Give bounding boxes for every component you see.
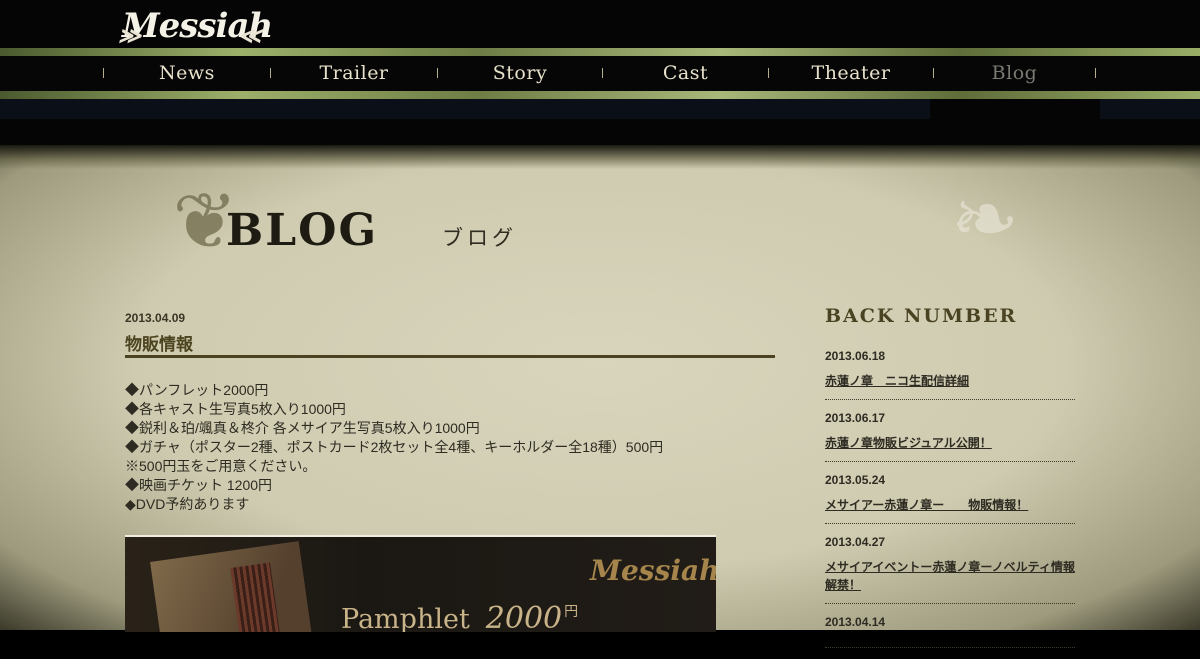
header-strip-bottom	[0, 91, 1200, 99]
ornament-right-icon: ❧	[950, 172, 1020, 267]
nav-news[interactable]: News	[104, 56, 270, 91]
list-item: 2013.05.24 メサイアー赤蓮ノ章ー 物販情報！	[825, 473, 1075, 524]
list-item-date: 2013.06.17	[825, 411, 886, 425]
site-logo[interactable]: ≫ Messiah ≪	[118, 4, 273, 49]
main-nav: News Trailer Story Cast Theater Blog	[0, 56, 1200, 91]
banner-caption: Pamphlet 2000 円	[341, 601, 578, 632]
list-item: 2013.06.17 赤蓮ノ章物販ビジュアル公開！	[825, 411, 1075, 462]
post-body: ◆パンフレット2000円 ◆各キャスト生写真5枚入り1000円 ◆鋭利＆珀/颯真…	[125, 381, 765, 514]
list-item: 2013.04.14	[825, 615, 1075, 648]
list-item: 2013.06.18 赤蓮ノ章 ニコ生配信詳細	[825, 349, 1075, 400]
post-title: 物販情報	[125, 335, 193, 354]
page-title: BLOG	[226, 205, 379, 256]
back-number-title: BACK NUMBER	[825, 305, 1018, 327]
nav-trailer[interactable]: Trailer	[271, 56, 437, 91]
list-item-link[interactable]: 赤蓮ノ章 ニコ生配信詳細	[825, 372, 1075, 390]
site-header: ≫ Messiah ≪ News Trailer Story Cast Thea…	[0, 0, 1200, 145]
post-line: ◆パンフレット2000円	[125, 382, 269, 398]
post-line: ◆鋭利＆珀/颯真＆柊介 各メサイア生写真5枚入り1000円	[125, 420, 480, 436]
list-item-link[interactable]: メサイアー赤蓮ノ章ー 物販情報！	[825, 496, 1075, 514]
pamphlet-banner-image: Messiah Pamphlet 2000 円	[125, 535, 716, 632]
list-item-link[interactable]: メサイアイベントー赤蓮ノ章ーノベルティ情報解禁！	[825, 558, 1075, 594]
page-subtitle: ブログ	[442, 226, 517, 250]
back-number-list: 2013.06.18 赤蓮ノ章 ニコ生配信詳細 2013.06.17 赤蓮ノ章物…	[825, 349, 1075, 659]
post-line: ◆DVD予約あります	[125, 496, 250, 512]
nav-cast[interactable]: Cast	[603, 56, 768, 91]
header-subbar	[0, 99, 930, 119]
nav-theater[interactable]: Theater	[769, 56, 933, 91]
list-item: 2013.04.27 メサイアイベントー赤蓮ノ章ーノベルティ情報解禁！	[825, 535, 1075, 604]
nav-blog[interactable]: Blog	[934, 56, 1095, 91]
list-item-date: 2013.04.27	[825, 535, 886, 549]
list-item-date: 2013.04.14	[825, 615, 886, 629]
post-title-rule	[125, 355, 775, 358]
post-line: ◆ガチャ（ポスター2種、ポストカード2枚セット全4種、キーホルダー全18種）50…	[125, 439, 664, 455]
list-item-link[interactable]: 赤蓮ノ章物販ビジュアル公開！	[825, 434, 1075, 452]
banner-price: 2000	[485, 601, 563, 632]
list-item-date: 2013.05.24	[825, 473, 886, 487]
banner-logo: Messiah	[590, 554, 716, 587]
list-item-date: 2013.06.18	[825, 349, 886, 363]
header-strip-top	[0, 48, 1200, 56]
nav-story[interactable]: Story	[438, 56, 602, 91]
nav-separator	[1095, 68, 1096, 78]
banner-label: Pamphlet	[341, 604, 470, 632]
post-line: ◆映画チケット 1200円	[125, 477, 273, 493]
post-line: ※500円玉をご用意ください。	[125, 458, 317, 474]
header-subbar	[1100, 99, 1200, 119]
post-date: 2013.04.09	[125, 311, 186, 325]
post-line: ◆各キャスト生写真5枚入り1000円	[125, 401, 346, 417]
banner-currency: 円	[564, 604, 579, 620]
